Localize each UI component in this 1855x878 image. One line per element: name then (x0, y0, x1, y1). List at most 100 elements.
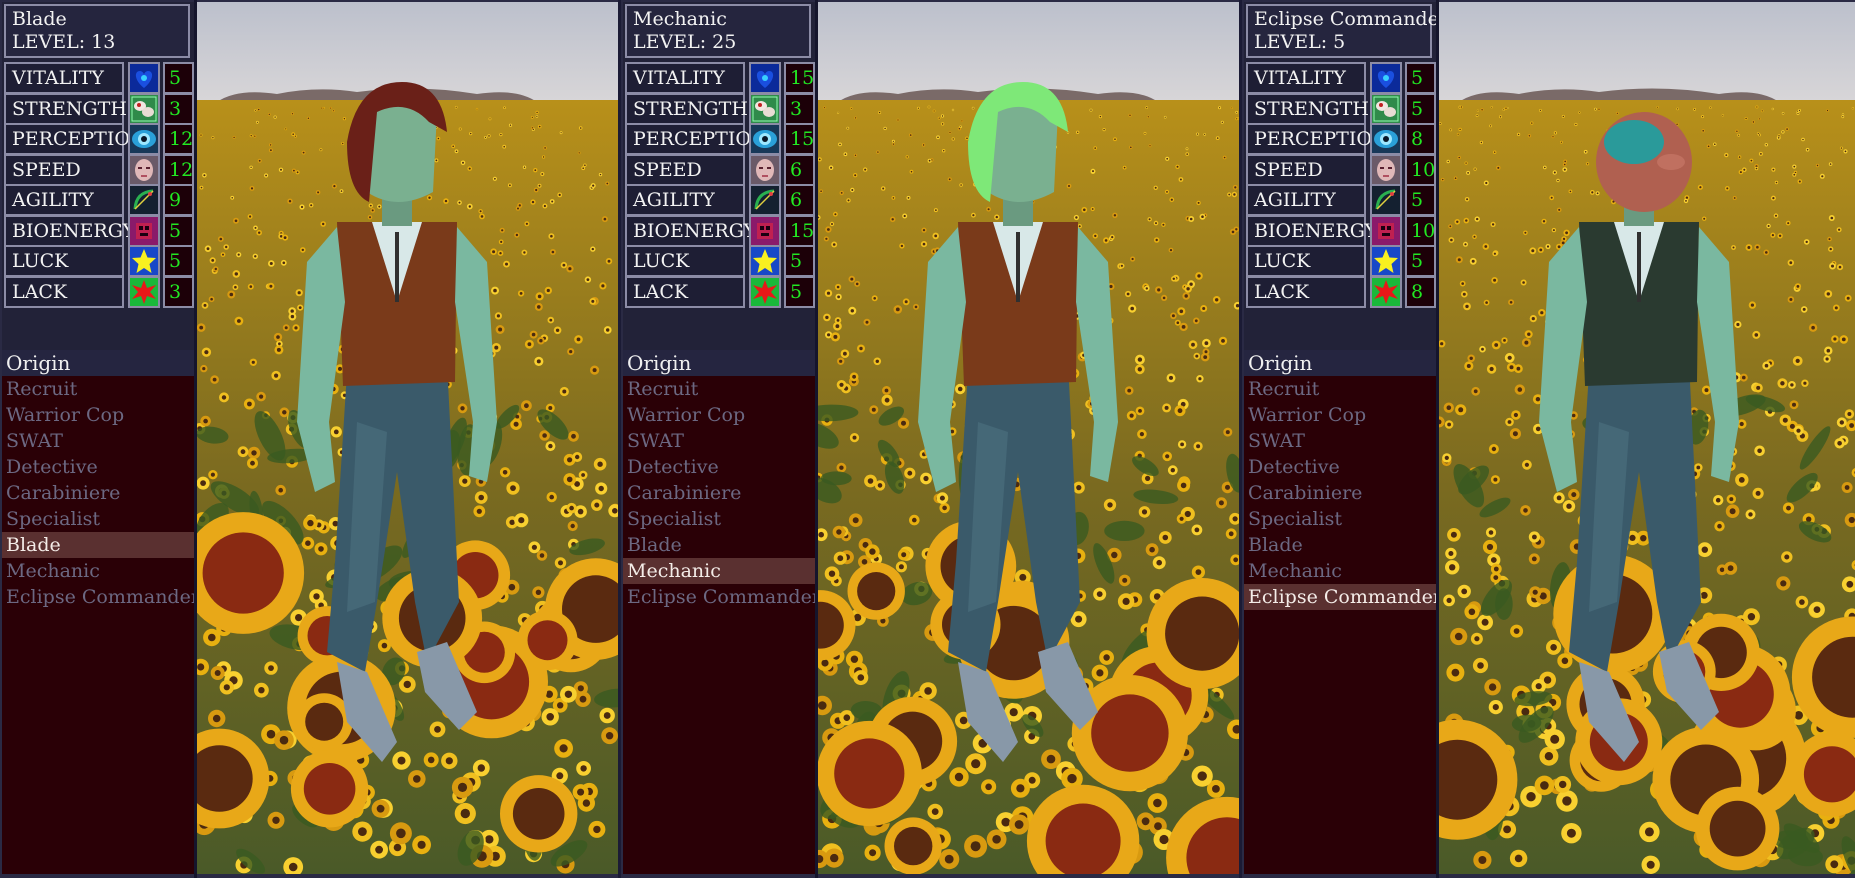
origin-item-blade[interactable]: Blade (1244, 532, 1436, 558)
bioenergy-icon (749, 214, 781, 247)
character-preview-viewport[interactable] (197, 2, 618, 874)
origin-item-eclipse-commander[interactable]: Eclipse Commander (1244, 584, 1436, 610)
stat-label: PERCEPTION (625, 123, 768, 155)
stat-label: BIOENERGY (4, 214, 135, 247)
character-name: Eclipse Commander (1254, 8, 1448, 30)
origin-item-mechanic[interactable]: Mechanic (623, 558, 815, 584)
origin-item-blade[interactable]: Blade (623, 532, 815, 558)
stat-row-speed: SPEED 12 (4, 153, 194, 186)
burst-icon (1370, 275, 1402, 308)
stat-label: STRENGTH (1246, 92, 1369, 125)
stat-value: 6 (784, 184, 815, 216)
stat-label: VITALITY (4, 62, 124, 94)
character-name: Mechanic (633, 8, 727, 30)
character-model (1439, 2, 1855, 874)
stat-row-bioenergy: BIOENERGY 15 (625, 214, 815, 247)
level-label: LEVEL: (633, 31, 713, 53)
origin-item-swat[interactable]: SWAT (1244, 428, 1436, 454)
origin-item-warrior-cop[interactable]: Warrior Cop (2, 402, 194, 428)
heart-icon (749, 62, 781, 94)
stat-label: SPEED (4, 153, 124, 186)
origin-item-warrior-cop[interactable]: Warrior Cop (623, 402, 815, 428)
origin-item-mechanic[interactable]: Mechanic (1244, 558, 1436, 584)
character-level: LEVEL: 25 (633, 31, 809, 54)
origin-item-recruit[interactable]: Recruit (2, 376, 194, 402)
origin-item-detective[interactable]: Detective (623, 454, 815, 480)
stat-row-speed: SPEED 6 (625, 153, 815, 186)
star-icon (1370, 245, 1402, 277)
face-icon (749, 153, 781, 186)
stat-value: 15 (784, 62, 815, 94)
bioenergy-icon (1370, 214, 1402, 247)
character-name-box: Mechanic LEVEL: 25 (625, 4, 811, 58)
character-panel-mechanic: Mechanic LEVEL: 25 VITALITY 15 STRENGTH 3 PERC… (621, 0, 1239, 878)
bow-icon (1370, 184, 1402, 216)
stat-row-strength: STRENGTH 3 (4, 92, 194, 125)
level-value: 13 (91, 31, 116, 53)
character-preview-viewport[interactable] (1439, 2, 1855, 874)
stat-row-lack: LACK 3 (4, 275, 194, 308)
character-preview-viewport[interactable] (818, 2, 1239, 874)
stat-label: SPEED (1246, 153, 1366, 186)
character-sidebar: Mechanic LEVEL: 25 VITALITY 15 STRENGTH 3 PERC… (623, 2, 815, 874)
stat-row-luck: LUCK 5 (4, 245, 194, 277)
stat-row-agility: AGILITY 6 (625, 184, 815, 216)
character-model (818, 2, 1239, 874)
origin-item-eclipse-commander[interactable]: Eclipse Commander (2, 584, 194, 610)
stat-row-lack: LACK 5 (625, 275, 815, 308)
stat-label: LUCK (1246, 245, 1366, 277)
origin-item-carabiniere[interactable]: Carabiniere (2, 480, 194, 506)
origin-list[interactable]: Recruit Warrior Cop SWAT Detective Carabinie… (623, 376, 815, 874)
stat-row-speed: SPEED 10 (1246, 153, 1436, 186)
origin-item-eclipse-commander[interactable]: Eclipse Commander (623, 584, 815, 610)
stat-row-perception: PERCEPTION 12 (4, 123, 194, 155)
origin-item-swat[interactable]: SWAT (2, 428, 194, 454)
origin-item-carabiniere[interactable]: Carabiniere (623, 480, 815, 506)
stat-label: AGILITY (4, 184, 124, 216)
stat-row-strength: STRENGTH 5 (1246, 92, 1436, 125)
stat-label: AGILITY (1246, 184, 1366, 216)
stat-value: 15 (784, 214, 815, 247)
origin-item-recruit[interactable]: Recruit (1244, 376, 1436, 402)
origin-item-specialist[interactable]: Specialist (1244, 506, 1436, 532)
stat-value: 9 (163, 184, 194, 216)
stat-value: 5 (163, 245, 194, 277)
stat-row-luck: LUCK 5 (1246, 245, 1436, 277)
character-name: Blade (12, 8, 67, 30)
character-level: LEVEL: 13 (12, 31, 188, 54)
stat-value: 5 (1405, 245, 1436, 277)
character-sidebar: Eclipse Commander LEVEL: 5 VITALITY 5 STRENG… (1244, 2, 1448, 874)
stat-label: VITALITY (625, 62, 745, 94)
star-icon (128, 245, 160, 277)
origin-item-specialist[interactable]: Specialist (623, 506, 815, 532)
stat-value: 10 (1405, 214, 1436, 247)
stat-value: 8 (1405, 123, 1436, 155)
bioenergy-icon (128, 214, 160, 247)
origin-item-blade[interactable]: Blade (2, 532, 194, 558)
stat-row-bioenergy: BIOENERGY 10 (1246, 214, 1436, 247)
origin-item-recruit[interactable]: Recruit (623, 376, 815, 402)
origin-item-carabiniere[interactable]: Carabiniere (1244, 480, 1436, 506)
stat-row-perception: PERCEPTION 15 (625, 123, 815, 155)
eye-icon (128, 123, 160, 155)
origin-list[interactable]: Recruit Warrior Cop SWAT Detective Carabinie… (2, 376, 194, 874)
stat-label: LACK (1246, 275, 1366, 308)
origin-item-detective[interactable]: Detective (2, 454, 194, 480)
character-model (197, 2, 618, 874)
origin-item-swat[interactable]: SWAT (623, 428, 815, 454)
muscle-icon (1370, 92, 1402, 125)
stat-row-lack: LACK 8 (1246, 275, 1436, 308)
face-icon (128, 153, 160, 186)
origin-header: Origin (1244, 350, 1436, 376)
character-sidebar: Blade LEVEL: 13 VITALITY 5 STRENGTH 3 PERCEPTI… (2, 2, 194, 874)
stat-row-strength: STRENGTH 3 (625, 92, 815, 125)
origin-item-specialist[interactable]: Specialist (2, 506, 194, 532)
origin-item-detective[interactable]: Detective (1244, 454, 1436, 480)
character-level: LEVEL: 5 (1254, 31, 1430, 54)
stat-label: BIOENERGY (625, 214, 756, 247)
stat-row-agility: AGILITY 5 (1246, 184, 1436, 216)
origin-item-warrior-cop[interactable]: Warrior Cop (1244, 402, 1436, 428)
origin-list[interactable]: Recruit Warrior Cop SWAT Detective Carabinie… (1244, 376, 1436, 874)
origin-item-mechanic[interactable]: Mechanic (2, 558, 194, 584)
stat-label: VITALITY (1246, 62, 1366, 94)
